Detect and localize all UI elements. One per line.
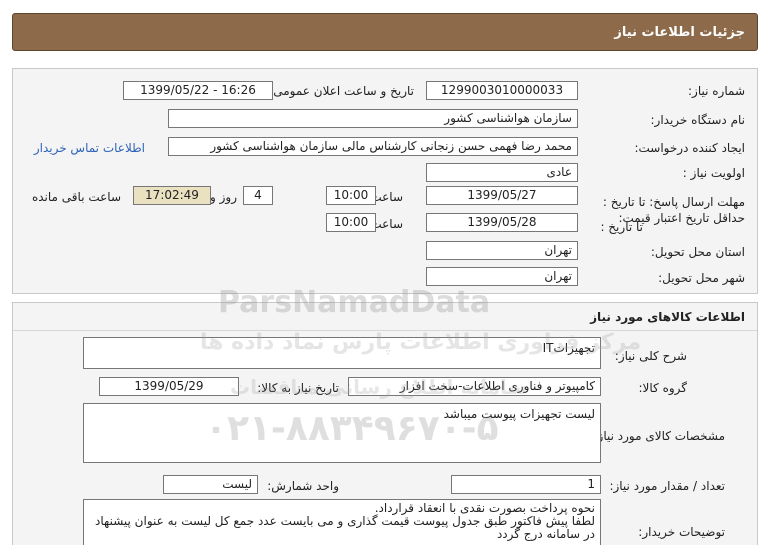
- group-field: کامپیوتر و فناوری اطلاعات-سخت افزار: [348, 377, 601, 396]
- goods-section-title: اطلاعات کالاهای مورد نیاز: [590, 310, 745, 324]
- buyer-org-label: نام دستگاه خریدار:: [650, 113, 746, 127]
- validity-date-field: 1399/05/28: [426, 213, 578, 232]
- specs-label: مشخصات کالای مورد نیاز:: [593, 429, 725, 443]
- buyer-note-line: در سامانه درج گردد: [496, 527, 595, 541]
- unit-field: لیست: [163, 475, 258, 494]
- group-label: گروه کالا:: [638, 381, 688, 395]
- announce-label: تاریخ و ساعت اعلان عمومی:: [269, 84, 414, 98]
- province-field: تهران: [426, 241, 578, 260]
- days-count-field: 4: [243, 186, 273, 205]
- city-field: تهران: [426, 267, 578, 286]
- deadline-time-field: 10:00: [326, 186, 376, 205]
- description-label: شرح کلی نیاز:: [614, 349, 687, 363]
- page-header: جزئیات اطلاعات نیاز: [12, 13, 758, 51]
- description-field: تجهیزاتIT: [83, 337, 601, 369]
- goods-panel: اطلاعات کالاهای مورد نیاز شرح کلی نیاز: …: [12, 302, 758, 545]
- city-label: شهر محل تحویل:: [658, 271, 745, 285]
- need-date-label: تاریخ نیاز به کالا:: [257, 381, 339, 395]
- requester-label: ایجاد کننده درخواست:: [634, 141, 745, 155]
- section-divider: [13, 330, 757, 331]
- validity-to-label: تا تاریخ :: [600, 220, 643, 234]
- need-info-panel: شماره نیاز: 1299003010000033 تاریخ و ساع…: [12, 68, 758, 294]
- specs-field: لیست تجهیزات پیوست میباشد: [83, 403, 601, 463]
- priority-label: اولویت نیاز :: [682, 166, 745, 180]
- need-number-label: شماره نیاز:: [688, 84, 745, 98]
- need-number-field: 1299003010000033: [426, 81, 578, 100]
- remaining-label: ساعت باقی مانده: [31, 190, 121, 204]
- quantity-field: 1: [451, 475, 601, 494]
- province-label: استان محل تحویل:: [650, 245, 745, 259]
- priority-field: عادی: [426, 163, 578, 182]
- deadline-date-field: 1399/05/27: [426, 186, 578, 205]
- requester-field: محمد رضا فهمی حسن زنجانی کارشناس مالی سا…: [168, 137, 578, 156]
- announce-field: 1399/05/22 - 16:26: [123, 81, 273, 100]
- buyer-notes-field: نحوه پرداخت بصورت نقدی با انعقاد قرارداد…: [83, 499, 601, 545]
- unit-label: واحد شمارش:: [267, 479, 339, 493]
- buyer-notes-label: توضیحات خریدار:: [638, 525, 725, 539]
- need-date-field: 1399/05/29: [99, 377, 239, 396]
- validity-time-field: 10:00: [326, 213, 376, 232]
- days-label: روز و: [210, 190, 237, 204]
- buyer-org-field: سازمان هواشناسی کشور: [168, 109, 578, 128]
- deadline-label: مهلت ارسال پاسخ: تا تاریخ :: [602, 195, 745, 209]
- remaining-time-field: 17:02:49: [133, 186, 211, 205]
- quantity-label: تعداد / مقدار مورد نیاز:: [609, 479, 725, 493]
- page-header-title: جزئیات اطلاعات نیاز: [614, 25, 745, 40]
- buyer-contact-link[interactable]: اطلاعات تماس خریدار: [34, 141, 145, 155]
